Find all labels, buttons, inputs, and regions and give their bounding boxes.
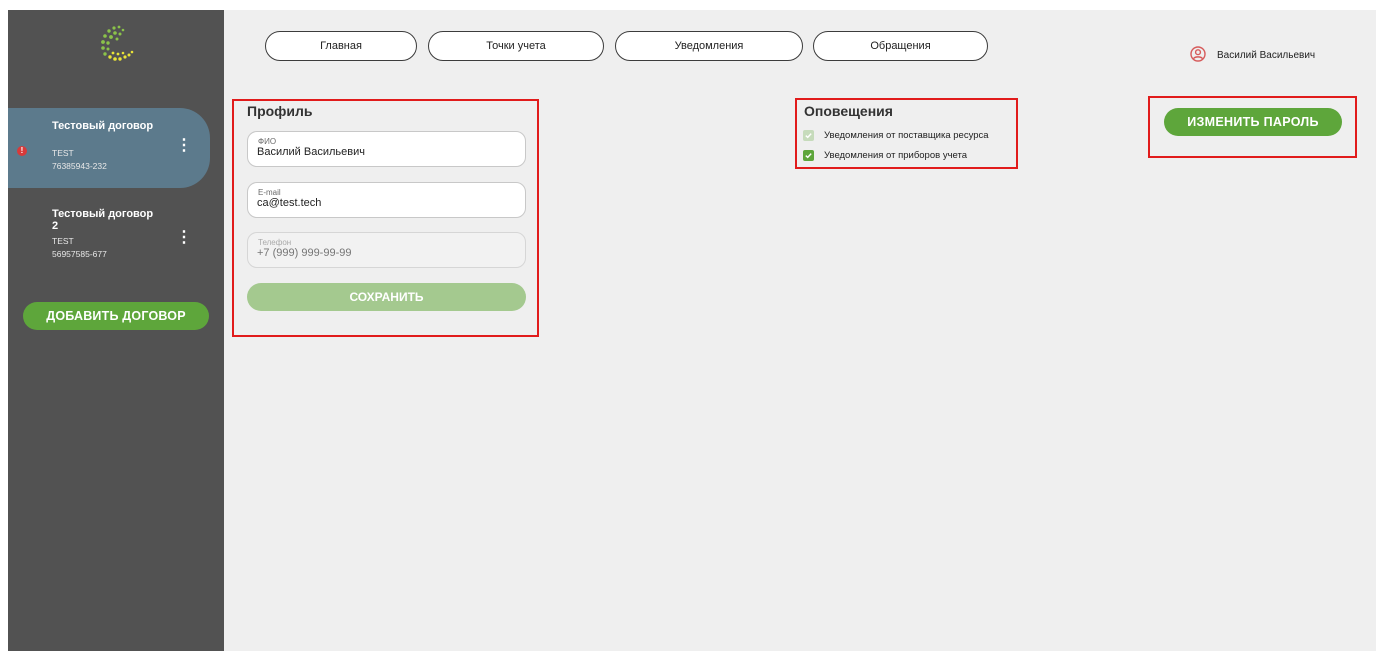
meters-checkbox[interactable] <box>803 150 814 161</box>
sidebar: ! Тестовый договор TEST 76385943-232 ⋮ Т… <box>8 10 224 651</box>
supplier-checkbox-label: Уведомления от поставщика ресурса <box>824 130 989 141</box>
fio-field[interactable]: ФИО <box>247 131 526 167</box>
phone-field[interactable]: Телефон <box>247 232 526 268</box>
contract-number: 76385943-232 <box>52 161 107 171</box>
meters-checkbox-label: Уведомления от приборов учета <box>824 150 968 161</box>
contract-number: 56957585-677 <box>52 249 107 259</box>
kebab-menu-icon[interactable]: ⋮ <box>176 138 192 154</box>
phone-input[interactable] <box>257 247 512 259</box>
user-circle-icon[interactable] <box>1190 46 1206 62</box>
logo-icon <box>101 25 134 61</box>
alert-icon: ! <box>17 146 27 156</box>
contract-code: TEST <box>52 236 74 246</box>
phone-label: Телефон <box>258 238 292 247</box>
supplier-checkbox[interactable] <box>803 130 814 141</box>
add-contract-button[interactable]: ДОБАВИТЬ ДОГОВОР <box>23 302 209 330</box>
nav-requests[interactable]: Обращения <box>813 31 988 61</box>
contract-code: TEST <box>52 148 74 158</box>
contract-item-2[interactable]: Тестовый договор 2 TEST 56957585-677 ⋮ <box>8 200 210 280</box>
contract-name: Тестовый договор <box>52 120 154 132</box>
notifications-title: Оповещения <box>804 103 893 119</box>
contract-name: Тестовый договор 2 <box>52 208 154 232</box>
save-button[interactable]: СОХРАНИТЬ <box>247 283 526 311</box>
fio-label: ФИО <box>258 137 277 146</box>
email-input[interactable] <box>257 197 512 209</box>
profile-title: Профиль <box>247 103 313 119</box>
kebab-menu-icon[interactable]: ⋮ <box>176 230 192 246</box>
fio-input[interactable] <box>257 146 512 158</box>
contract-item-1[interactable]: ! Тестовый договор TEST 76385943-232 ⋮ <box>8 108 210 188</box>
email-label: E-mail <box>258 188 281 197</box>
change-password-button[interactable]: ИЗМЕНИТЬ ПАРОЛЬ <box>1164 108 1342 136</box>
nav-metering-points[interactable]: Точки учета <box>428 31 604 61</box>
email-field[interactable]: E-mail <box>247 182 526 218</box>
user-name[interactable]: Василий Васильевич <box>1217 50 1315 61</box>
nav-notifications[interactable]: Уведомления <box>615 31 803 61</box>
nav-home[interactable]: Главная <box>265 31 417 61</box>
